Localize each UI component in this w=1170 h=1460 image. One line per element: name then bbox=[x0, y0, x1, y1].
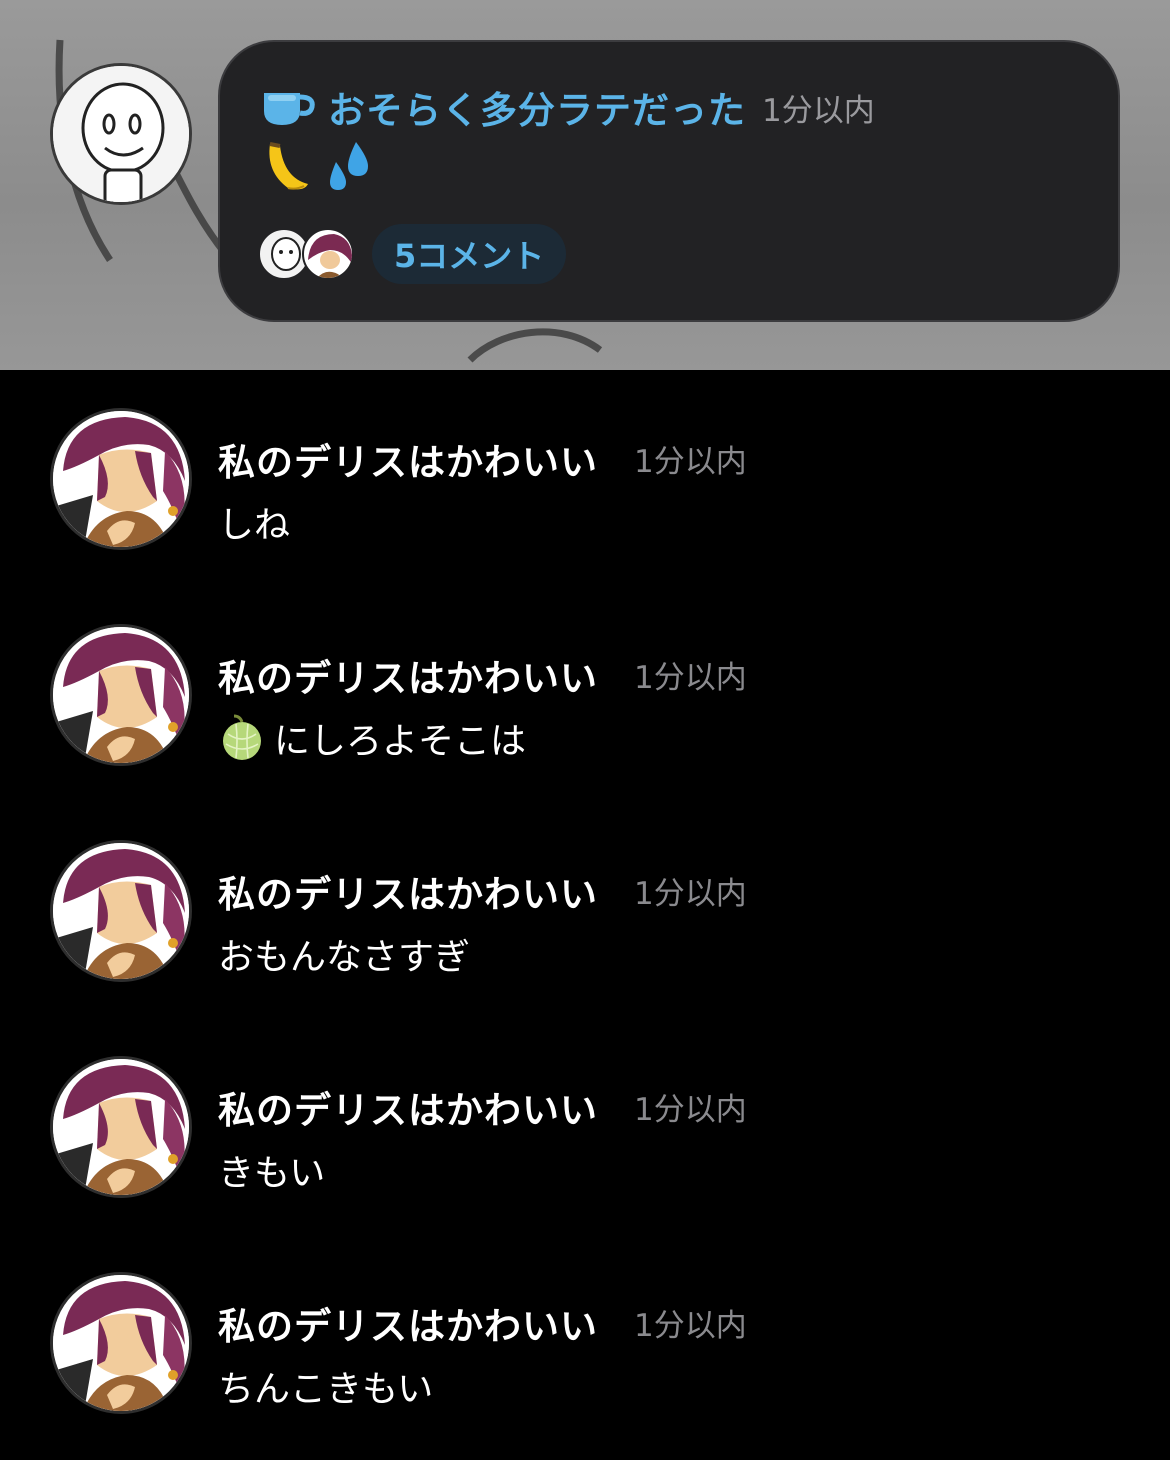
comment-item[interactable]: 私のデリスはかわいい 1分以内 しね bbox=[0, 370, 1170, 550]
coffee-cup-icon bbox=[264, 93, 315, 125]
mini-avatar bbox=[302, 228, 354, 280]
banana-icon bbox=[269, 142, 308, 190]
post-emoji-row bbox=[260, 138, 374, 194]
commenter-name[interactable]: 私のデリスはかわいい bbox=[218, 864, 598, 918]
comment-text: おもんなさすぎ bbox=[218, 937, 471, 978]
commenter-avatar[interactable] bbox=[50, 408, 192, 550]
comment-timestamp: 1分以内 bbox=[634, 660, 747, 696]
commenter-avatar[interactable] bbox=[50, 840, 192, 982]
commenter-name[interactable]: 私のデリスはかわいい bbox=[218, 1080, 598, 1134]
comment-text: きもい bbox=[218, 1153, 326, 1194]
post-bubble[interactable]: おそらく多分ラテだった 1分以内 5コメント bbox=[218, 40, 1120, 322]
commenter-name[interactable]: 私のデリスはかわいい bbox=[218, 432, 598, 486]
comment-text: しね bbox=[218, 505, 291, 546]
commenter-name[interactable]: 私のデリスはかわいい bbox=[218, 648, 598, 702]
comment-text: にしろよそこは bbox=[274, 721, 527, 762]
commenter-avatars bbox=[258, 226, 358, 282]
comment-item[interactable]: 私のデリスはかわいい 1分以内 ちんこきもい bbox=[0, 1234, 1170, 1414]
comment-timestamp: 1分以内 bbox=[634, 444, 747, 480]
comment-timestamp: 1分以内 bbox=[634, 1092, 747, 1128]
melon-icon bbox=[223, 714, 261, 760]
comment-timestamp: 1分以内 bbox=[634, 1308, 747, 1344]
sweat-drops-icon bbox=[330, 142, 368, 190]
comment-item[interactable]: 私のデリスはかわいい 1分以内 おもんなさすぎ bbox=[0, 802, 1170, 982]
comment-item[interactable]: 私のデリスはかわいい 1分以内 きもい bbox=[0, 1018, 1170, 1198]
post-photo-background: おそらく多分ラテだった 1分以内 5コメント bbox=[0, 0, 1170, 370]
comment-thread-screen: おそらく多分ラテだった 1分以内 5コメント 私のデリスはかわいい 1分以内 し… bbox=[0, 0, 1170, 1460]
comment-count-button[interactable]: 5コメント bbox=[372, 224, 567, 284]
commenter-avatar[interactable] bbox=[50, 1272, 192, 1414]
comment-item[interactable]: 私のデリスはかわいい 1分以内 にしろよそこは bbox=[0, 586, 1170, 766]
commenter-avatar[interactable] bbox=[50, 624, 192, 766]
post-title: おそらく多分ラテだった bbox=[328, 89, 746, 132]
commenter-name[interactable]: 私のデリスはかわいい bbox=[218, 1296, 598, 1350]
comment-text: ちんこきもい bbox=[218, 1369, 434, 1410]
post-author-avatar[interactable] bbox=[50, 63, 192, 205]
post-timestamp: 1分以内 bbox=[762, 92, 875, 129]
commenter-avatar[interactable] bbox=[50, 1056, 192, 1198]
comment-timestamp: 1分以内 bbox=[634, 876, 747, 912]
